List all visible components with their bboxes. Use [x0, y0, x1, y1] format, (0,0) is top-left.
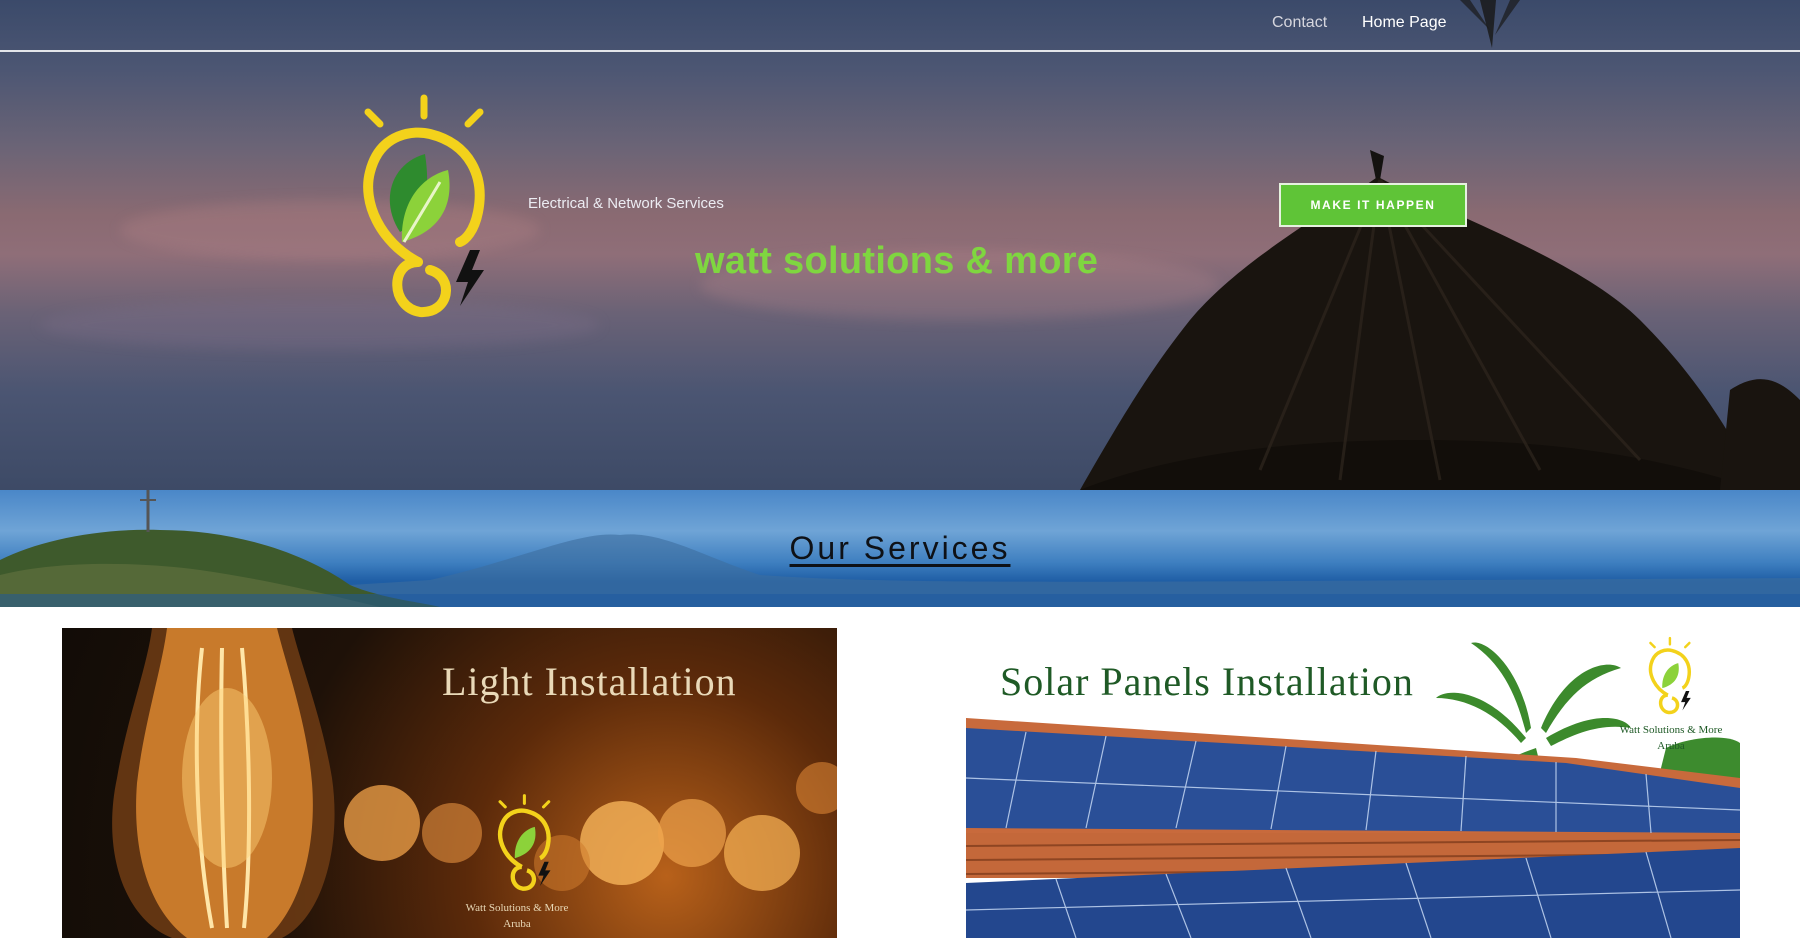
make-it-happen-button[interactable]: MAKE IT HAPPEN [1279, 183, 1467, 227]
bulb-leaf-logo-icon [497, 794, 551, 891]
top-navigation: Contact Home Page [0, 0, 1800, 52]
services-banner: Our Services [0, 490, 1800, 607]
light-installation-title: Light Installation [442, 659, 737, 704]
nav-link-home-page[interactable]: Home Page [1362, 14, 1447, 32]
hero-section: Contact Home Page Electrical & Network S… [0, 0, 1800, 490]
lightning-bolt-icon [456, 250, 484, 306]
service-card-solar-panels-installation[interactable]: Solar Panels Installation Watt Solutions… [966, 628, 1740, 938]
light-card-caption: Watt Solutions & More Aruba [442, 900, 592, 932]
cloud [40, 300, 600, 350]
caption-location: Aruba [1657, 740, 1685, 752]
solar-card-caption: Watt Solutions & More Aruba [1601, 722, 1740, 754]
nav-link-contact[interactable]: Contact [1272, 14, 1327, 32]
caption-location: Aruba [503, 918, 531, 930]
brand-name: watt solutions & more [695, 240, 1099, 282]
service-card-light-installation[interactable]: Light Installation Watt Solutions & More… [62, 628, 837, 938]
bulb-leaf-logo-icon[interactable] [360, 92, 500, 322]
hero-tagline: Electrical & Network Services [528, 195, 724, 212]
bulb-leaf-logo-icon [1648, 636, 1691, 715]
caption-company: Watt Solutions & More [465, 902, 569, 914]
our-services-heading: Our Services [789, 530, 1011, 566]
solar-panels-installation-title: Solar Panels Installation [1000, 659, 1414, 704]
caption-company: Watt Solutions & More [1619, 724, 1723, 736]
